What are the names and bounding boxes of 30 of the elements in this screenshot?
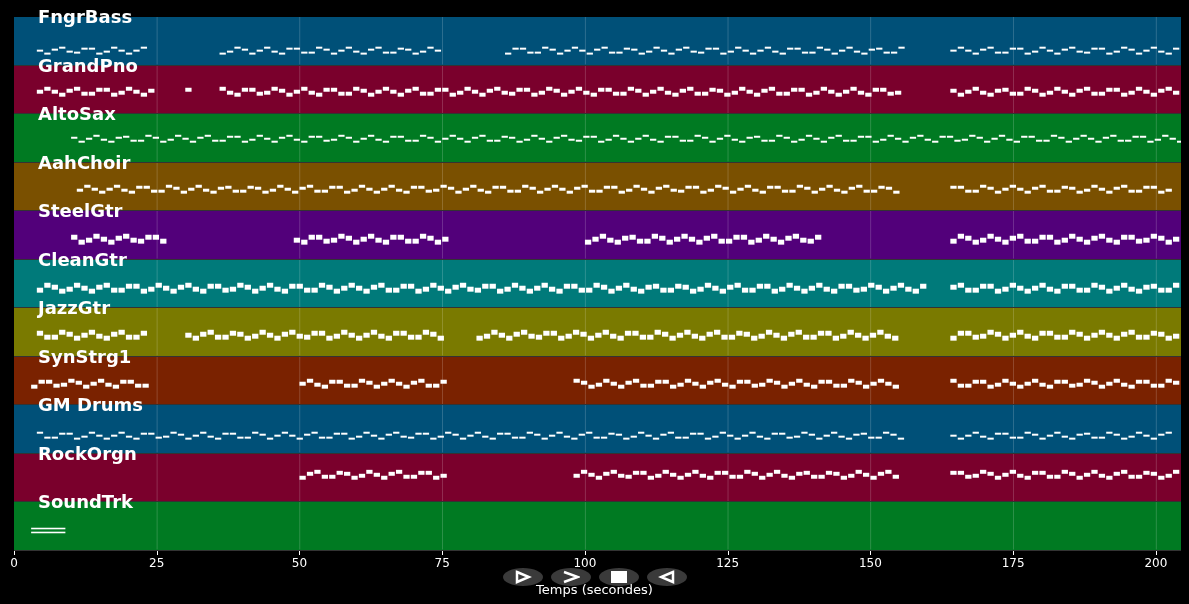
chevron-icon xyxy=(561,569,580,584)
axis-tick-label: 25 xyxy=(149,555,165,570)
back-button[interactable] xyxy=(646,567,687,586)
axis-tick-label: 100 xyxy=(573,555,597,570)
triangle-icon xyxy=(513,569,532,584)
axis-tick-label: 0 xyxy=(10,555,18,570)
track-name: CleanGtr xyxy=(38,249,127,270)
axis-tick-label: 125 xyxy=(716,555,740,570)
track-name: AahChoir xyxy=(38,152,131,173)
stop-button[interactable] xyxy=(598,567,639,586)
play-button[interactable] xyxy=(502,567,543,586)
forward-button[interactable] xyxy=(550,567,591,586)
track-name: GrandPno xyxy=(38,55,138,76)
track-name: AltoSax xyxy=(38,104,116,124)
track-name: FngrBass xyxy=(38,7,133,27)
notes-drawing xyxy=(31,527,66,534)
square-icon xyxy=(609,569,628,584)
axis-tick-label: 200 xyxy=(1144,555,1168,570)
axis-tick-label: 150 xyxy=(858,555,882,570)
triangle-icon xyxy=(657,569,676,584)
track-name: SynStrg1 xyxy=(38,346,132,367)
track-name: RockOrgn xyxy=(38,443,137,464)
axis-tick-label: 50 xyxy=(291,555,308,570)
track-name: SoundTrk xyxy=(38,492,133,512)
axis-tick-label: 175 xyxy=(1001,555,1025,570)
axis-tick-label: 75 xyxy=(434,555,450,570)
track-name: JazzGtr xyxy=(38,298,111,318)
track-name: GM Drums xyxy=(38,395,144,415)
axis-label: Temps (secondes) xyxy=(536,581,653,597)
track-name: SteelGtr xyxy=(38,201,123,221)
